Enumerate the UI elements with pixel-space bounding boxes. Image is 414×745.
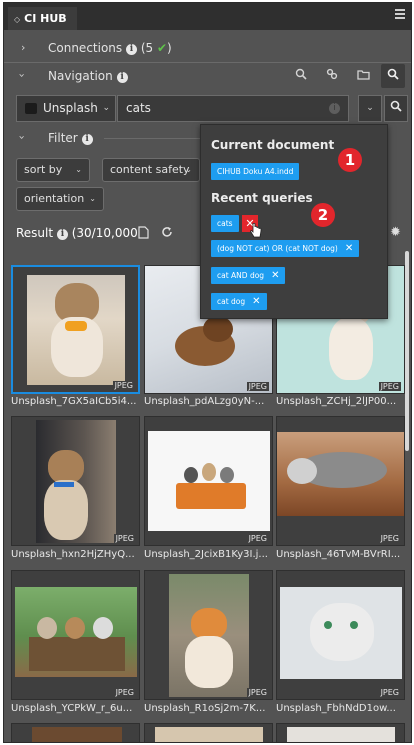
link-icon[interactable] xyxy=(320,64,344,88)
format-badge: JPEG xyxy=(112,381,135,390)
search-query: cats xyxy=(126,101,151,115)
cat-photo xyxy=(36,420,116,543)
recent-query-chip[interactable]: cat dog ✕ xyxy=(211,293,267,310)
panel-titlebar: ◇ CI HUB xyxy=(4,3,411,30)
tile-caption: Unsplash_46TvM-BVrRI... xyxy=(276,549,401,560)
current-document-heading: Current document xyxy=(211,138,335,152)
source-select[interactable]: Unsplash ⌄ xyxy=(16,95,116,122)
format-badge: JPEG xyxy=(378,688,401,697)
result-tile[interactable]: JPEG xyxy=(11,265,140,394)
result-tile[interactable]: JPEG xyxy=(11,570,140,700)
current-document-chip[interactable]: CIHUB Doku A4.indd xyxy=(211,163,300,180)
divider xyxy=(4,62,411,63)
format-badge: JPEG xyxy=(246,382,269,391)
chevron-down-icon[interactable]: › xyxy=(16,135,29,139)
info-icon[interactable]: i xyxy=(116,72,128,83)
cat-photo xyxy=(148,431,270,531)
tile-caption: Unsplash_R1oSj2m-7K... xyxy=(144,703,266,714)
settings-gear-icon[interactable]: ✹ xyxy=(390,225,401,240)
search-icon[interactable] xyxy=(289,64,313,88)
ci-hub-panel: ◇ CI HUB › Connections i (5 ✔) › Navigati… xyxy=(3,2,412,743)
remove-query-close-icon[interactable]: ✕ xyxy=(271,267,279,284)
document-icon[interactable] xyxy=(138,226,149,242)
orientation-select[interactable]: orientation ⌄ xyxy=(16,187,104,211)
format-badge: JPEG xyxy=(246,688,269,697)
sort-by-select[interactable]: sort by ⌄ xyxy=(16,158,90,182)
result-tile[interactable]: JPEG xyxy=(276,416,405,546)
cat-photo xyxy=(15,587,137,677)
result-tile[interactable] xyxy=(276,723,405,742)
query-history-popover: Current document CIHUB Doku A4.indd Rece… xyxy=(200,124,388,319)
info-icon[interactable]: i xyxy=(81,134,93,145)
refresh-icon[interactable] xyxy=(161,226,173,241)
collapse-arrows-icon[interactable]: ◇ xyxy=(14,15,20,24)
unsplash-icon xyxy=(25,103,37,114)
result-tile[interactable]: JPEG xyxy=(11,416,140,546)
tile-caption: Unsplash_ZCHj_2lJP00... xyxy=(276,396,397,407)
remove-query-close-icon[interactable]: ✕ xyxy=(345,240,353,257)
divider xyxy=(104,138,200,139)
tile-caption: Unsplash_pdALzg0yN-... xyxy=(144,396,265,407)
result-tile[interactable]: JPEG xyxy=(144,416,273,546)
chevron-right-icon[interactable]: › xyxy=(21,41,25,54)
result-tile[interactable]: JPEG xyxy=(144,570,273,700)
source-label: Unsplash xyxy=(43,101,98,115)
remove-query-close-icon[interactable]: ✕ xyxy=(252,293,260,310)
connections-section-label[interactable]: Connections i (5 ✔) xyxy=(48,41,172,55)
cat-photo xyxy=(280,587,402,679)
search-mode-icon[interactable] xyxy=(381,64,405,88)
tile-caption: Unsplash_FbhNdD1ow... xyxy=(276,703,396,714)
scrollbar[interactable] xyxy=(405,251,409,451)
callout-badge-2: 2 xyxy=(311,203,335,227)
panel-tab[interactable]: ◇ CI HUB xyxy=(8,7,77,30)
info-icon[interactable]: i xyxy=(56,229,68,240)
result-tile[interactable] xyxy=(11,723,140,742)
format-badge: JPEG xyxy=(378,382,401,391)
result-count: (30/10,000 xyxy=(71,226,138,240)
cat-photo xyxy=(277,432,404,516)
format-badge: JPEG xyxy=(246,534,269,543)
recent-query-chip[interactable]: cats xyxy=(211,215,239,232)
result-tile[interactable]: JPEG xyxy=(276,570,405,700)
query-history-dropdown[interactable]: ⌄ xyxy=(358,95,382,122)
recent-queries-heading: Recent queries xyxy=(211,191,313,205)
tile-caption: Unsplash_7GX5aICb5i4... xyxy=(11,396,137,407)
tile-caption: Unsplash_hxn2HjZHyQ... xyxy=(11,549,135,560)
recent-query-chip[interactable]: (dog NOT cat) OR (cat NOT dog) ✕ xyxy=(211,240,360,257)
search-button[interactable] xyxy=(384,95,408,122)
hand-cursor-icon xyxy=(250,223,262,238)
format-badge: JPEG xyxy=(113,688,136,697)
callout-badge-1: 1 xyxy=(338,148,362,172)
check-icon: ✔ xyxy=(156,41,168,55)
result-tile[interactable] xyxy=(144,723,273,742)
content-safety-select[interactable]: content safety ⌄ xyxy=(102,158,200,182)
tile-caption: Unsplash_2JcixB1Ky3I.j... xyxy=(144,549,268,560)
search-input[interactable]: cats i xyxy=(117,95,349,122)
tile-caption: Unsplash_YCPkW_r_6u... xyxy=(11,703,133,714)
result-label: Result i (30/10,000 xyxy=(16,226,138,240)
cat-photo xyxy=(169,574,249,697)
chevron-down-icon[interactable]: › xyxy=(16,73,29,77)
info-icon[interactable]: i xyxy=(125,44,137,55)
navigation-section-label[interactable]: Navigation i xyxy=(48,69,128,83)
panel-title: CI HUB xyxy=(24,12,67,25)
connections-count: (5 xyxy=(140,41,154,55)
format-badge: JPEG xyxy=(113,534,136,543)
recent-query-chip[interactable]: cat AND dog ✕ xyxy=(211,267,286,284)
hamburger-icon[interactable] xyxy=(395,9,405,21)
chevron-down-icon: ⌄ xyxy=(102,103,110,113)
filter-section-label[interactable]: Filter i xyxy=(48,131,93,145)
info-icon[interactable]: i xyxy=(329,103,340,114)
format-badge: JPEG xyxy=(378,534,401,543)
cat-photo xyxy=(27,275,125,385)
folder-icon[interactable] xyxy=(351,64,375,88)
search-row: Unsplash ⌄ cats i ⌄ xyxy=(16,95,408,122)
